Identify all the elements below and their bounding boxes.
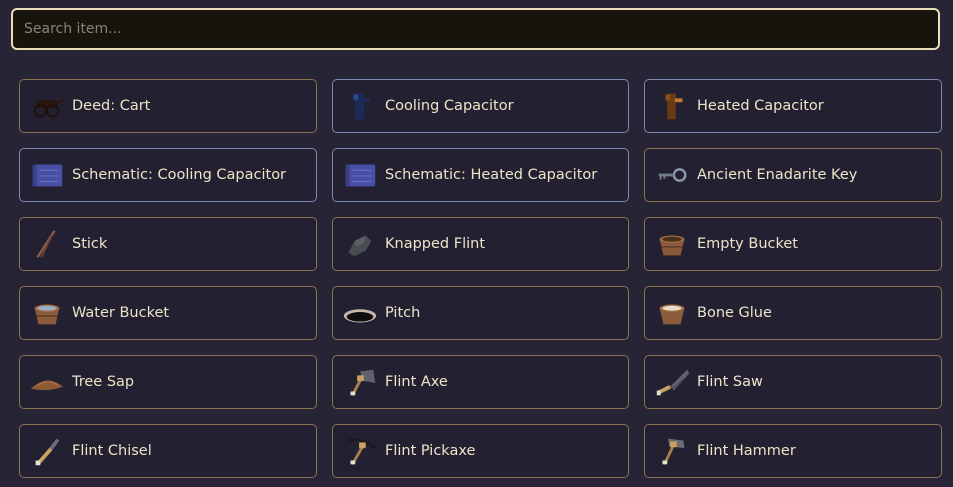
item-card-flint-hammer[interactable]: Flint Hammer bbox=[644, 424, 942, 478]
axe-icon bbox=[339, 364, 381, 400]
item-card-bone-glue[interactable]: Bone Glue bbox=[644, 286, 942, 340]
item-label: Pitch bbox=[385, 305, 421, 321]
item-card-flint-axe[interactable]: Flint Axe bbox=[332, 355, 629, 409]
search-input[interactable] bbox=[13, 10, 938, 48]
item-browser: Deed: Cart Cooling Capacitor Heated bbox=[0, 0, 953, 487]
item-label: Flint Chisel bbox=[72, 443, 152, 459]
item-label: Schematic: Heated Capacitor bbox=[385, 167, 598, 183]
search-box bbox=[11, 8, 940, 50]
item-label: Empty Bucket bbox=[697, 236, 798, 252]
hammer-icon bbox=[651, 433, 693, 469]
empty-bucket-icon bbox=[651, 226, 693, 262]
flint-icon bbox=[339, 226, 381, 262]
stick-icon bbox=[26, 226, 68, 262]
item-card-deed-cart[interactable]: Deed: Cart bbox=[19, 79, 317, 133]
item-card-flint-pickaxe[interactable]: Flint Pickaxe bbox=[332, 424, 629, 478]
item-label: Knapped Flint bbox=[385, 236, 485, 252]
water-bucket-icon bbox=[26, 295, 68, 331]
pitch-icon bbox=[339, 295, 381, 331]
cooling-capacitor-icon bbox=[339, 88, 381, 124]
item-label: Flint Hammer bbox=[697, 443, 796, 459]
heated-capacitor-icon bbox=[651, 88, 693, 124]
item-card-knapped-flint[interactable]: Knapped Flint bbox=[332, 217, 629, 271]
item-label: Bone Glue bbox=[697, 305, 772, 321]
item-card-stick[interactable]: Stick bbox=[19, 217, 317, 271]
item-label: Water Bucket bbox=[72, 305, 170, 321]
schematic-icon bbox=[26, 157, 68, 193]
item-card-schematic-cooling-capacitor[interactable]: Schematic: Cooling Capacitor bbox=[19, 148, 317, 202]
item-label: Deed: Cart bbox=[72, 98, 151, 114]
item-card-flint-saw[interactable]: Flint Saw bbox=[644, 355, 942, 409]
pickaxe-icon bbox=[339, 433, 381, 469]
item-card-schematic-heated-capacitor[interactable]: Schematic: Heated Capacitor bbox=[332, 148, 629, 202]
item-label: Heated Capacitor bbox=[697, 98, 824, 114]
item-card-ancient-enadarite-key[interactable]: Ancient Enadarite Key bbox=[644, 148, 942, 202]
bone-glue-icon bbox=[651, 295, 693, 331]
item-card-tree-sap[interactable]: Tree Sap bbox=[19, 355, 317, 409]
item-card-heated-capacitor[interactable]: Heated Capacitor bbox=[644, 79, 942, 133]
saw-icon bbox=[651, 364, 693, 400]
item-label: Flint Saw bbox=[697, 374, 763, 390]
item-card-empty-bucket[interactable]: Empty Bucket bbox=[644, 217, 942, 271]
item-card-pitch[interactable]: Pitch bbox=[332, 286, 629, 340]
chisel-icon bbox=[26, 433, 68, 469]
item-label: Ancient Enadarite Key bbox=[697, 167, 858, 183]
schematic-icon bbox=[339, 157, 381, 193]
item-label: Schematic: Cooling Capacitor bbox=[72, 167, 287, 183]
item-label: Cooling Capacitor bbox=[385, 98, 514, 114]
item-label: Flint Axe bbox=[385, 374, 448, 390]
item-label: Stick bbox=[72, 236, 108, 252]
item-label: Tree Sap bbox=[72, 374, 135, 390]
item-grid: Deed: Cart Cooling Capacitor Heated Capa… bbox=[19, 79, 942, 478]
item-card-water-bucket[interactable]: Water Bucket bbox=[19, 286, 317, 340]
tree-sap-icon bbox=[26, 364, 68, 400]
cart-icon bbox=[26, 88, 68, 124]
key-icon bbox=[651, 157, 693, 193]
item-card-cooling-capacitor[interactable]: Cooling Capacitor bbox=[332, 79, 629, 133]
item-card-flint-chisel[interactable]: Flint Chisel bbox=[19, 424, 317, 478]
item-label: Flint Pickaxe bbox=[385, 443, 476, 459]
